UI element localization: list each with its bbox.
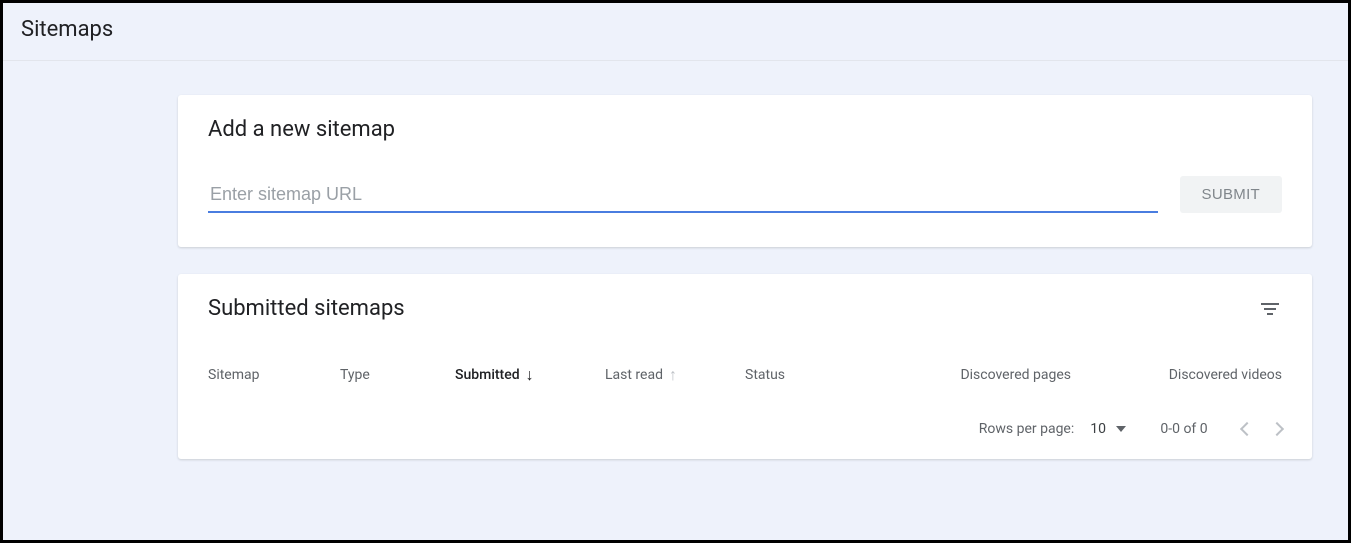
pager-arrows <box>1242 424 1282 434</box>
arrow-down-icon: ↓ <box>526 367 534 383</box>
page-header: Sitemaps <box>3 3 1348 61</box>
prev-page-button[interactable] <box>1240 422 1254 436</box>
rows-per-page-select[interactable]: 10 <box>1090 421 1126 437</box>
add-sitemap-row: SUBMIT <box>208 176 1282 213</box>
col-last-read[interactable]: Last read ↑ <box>605 367 745 383</box>
add-sitemap-title: Add a new sitemap <box>208 117 1282 142</box>
col-sitemap[interactable]: Sitemap <box>208 367 340 383</box>
submitted-sitemaps-title: Submitted sitemaps <box>208 296 405 321</box>
content: Add a new sitemap SUBMIT Submitted sitem… <box>3 61 1348 459</box>
submit-button[interactable]: SUBMIT <box>1180 176 1282 213</box>
col-type[interactable]: Type <box>340 367 455 383</box>
viewport: Sitemaps Add a new sitemap SUBMIT Submit… <box>3 3 1348 540</box>
col-submitted[interactable]: Submitted ↓ <box>455 367 605 383</box>
chevron-down-icon <box>1116 426 1126 432</box>
arrow-up-icon: ↑ <box>669 367 677 383</box>
submitted-header-row: Submitted sitemaps <box>208 296 1282 321</box>
next-page-button[interactable] <box>1270 422 1284 436</box>
table-pager: Rows per page: 10 0-0 of 0 <box>208 383 1282 459</box>
rows-per-page-value: 10 <box>1090 421 1106 437</box>
col-last-read-label: Last read <box>605 367 663 383</box>
table-header-row: Sitemap Type Submitted ↓ Last read ↑ Sta… <box>208 367 1282 383</box>
page-range: 0-0 of 0 <box>1154 421 1214 437</box>
add-sitemap-card: Add a new sitemap SUBMIT <box>178 95 1312 247</box>
col-discovered-videos[interactable]: Discovered videos <box>1101 367 1282 383</box>
rows-per-page-label: Rows per page: <box>979 421 1074 437</box>
rows-per-page-group: Rows per page: 10 <box>979 421 1126 437</box>
col-status[interactable]: Status <box>745 367 921 383</box>
submitted-sitemaps-card: Submitted sitemaps Sitemap Type Submitte… <box>178 274 1312 459</box>
col-discovered-pages[interactable]: Discovered pages <box>921 367 1101 383</box>
filter-icon[interactable] <box>1258 297 1282 321</box>
sitemap-url-input[interactable] <box>208 180 1158 213</box>
page-title: Sitemaps <box>21 17 1330 42</box>
col-submitted-label: Submitted <box>455 367 520 383</box>
